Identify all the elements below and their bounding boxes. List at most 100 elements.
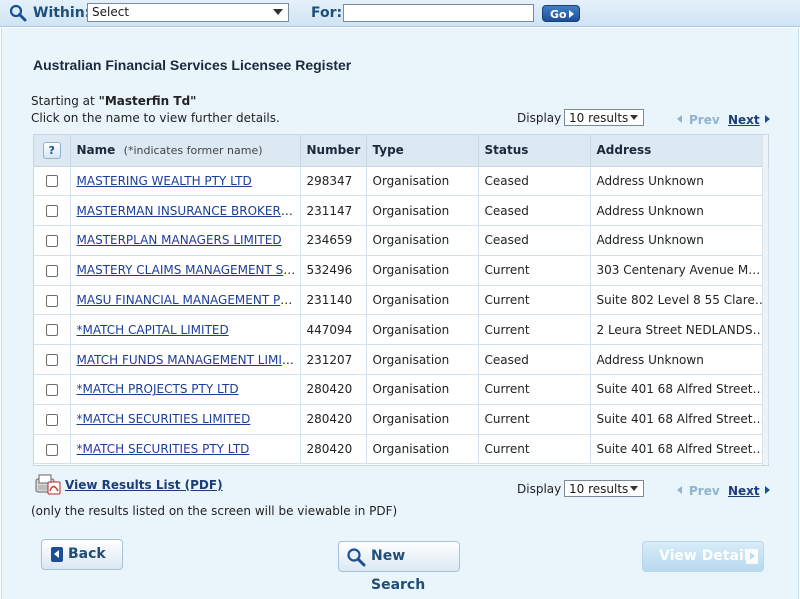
licensee-name-link[interactable]: MASTERMAN INSURANCE BROKERS P... [77, 204, 300, 218]
licence-number: 234659 [300, 225, 367, 256]
page-title: Australian Financial Services Licensee R… [33, 57, 352, 73]
row-checkbox[interactable] [45, 264, 58, 277]
licence-status: Current [478, 255, 591, 286]
licence-number: 231140 [300, 285, 367, 316]
row-checkbox[interactable] [45, 413, 58, 426]
licensee-name-link[interactable]: *MATCH PROJECTS PTY LTD [77, 382, 239, 396]
row-checkbox[interactable] [45, 324, 58, 337]
chevron-down-icon [273, 9, 283, 15]
licensee-name-link[interactable]: MASTERING WEALTH PTY LTD [77, 174, 252, 188]
licensee-address: Suite 401 68 Alfred Street ... [590, 404, 769, 435]
back-button[interactable]: Back [41, 539, 123, 570]
table-header-row: ? Name (*indicates former name) Number T… [34, 135, 769, 167]
licensee-type: Organisation [366, 344, 479, 376]
licensee-type: Organisation [366, 255, 479, 286]
table-row: MASTERPLAN MANAGERS LIMITED 234659 Organ… [34, 225, 769, 256]
licensee-address: 2 Leura Street NEDLANDS ... [590, 314, 769, 346]
results-table: ? Name (*indicates former name) Number T… [33, 134, 769, 466]
chevron-right-icon [765, 115, 770, 123]
prev-link[interactable]: Prev [689, 484, 720, 498]
help-icon[interactable]: ? [42, 141, 61, 159]
arrow-left-icon [51, 547, 63, 562]
chevron-left-icon [677, 115, 682, 123]
display-label: Display [517, 111, 562, 125]
go-button[interactable]: Go [542, 5, 580, 22]
search-icon [9, 4, 27, 22]
licensee-type: Organisation [366, 195, 479, 227]
licensee-address: Address Unknown [590, 225, 769, 256]
display-select[interactable]: 10 results [564, 109, 644, 126]
table-row: MASTERMAN INSURANCE BROKERS P... 231147 … [34, 195, 769, 227]
table-row: MASTERING WEALTH PTY LTD 298347 Organisa… [34, 166, 769, 197]
display-control-bottom: Display 10 results [517, 480, 647, 498]
licence-number: 447094 [300, 314, 367, 346]
row-checkbox[interactable] [45, 383, 58, 396]
licence-status: Ceased [478, 166, 591, 197]
table-row: *MATCH PROJECTS PTY LTD 280420 Organisat… [34, 374, 769, 405]
licence-number: 280420 [300, 374, 367, 405]
for-label: For: [311, 5, 343, 21]
licensee-name-link[interactable]: MASTERY CLAIMS MANAGEMENT SER... [77, 263, 300, 277]
table-scrollbar[interactable] [762, 135, 768, 465]
column-header-type: Type [366, 135, 479, 167]
licensee-type: Organisation [366, 374, 479, 405]
view-results-pdf-link[interactable]: View Results List (PDF) [65, 478, 223, 492]
display-select[interactable]: 10 results [564, 480, 644, 497]
new-search-button[interactable]: New Search [338, 541, 460, 593]
licensee-address: Suite 802 Level 8 55 Claren... [590, 285, 769, 316]
licence-status: Current [478, 374, 591, 405]
search-input[interactable] [343, 4, 534, 22]
licence-status: Ceased [478, 225, 591, 256]
help-header: ? [34, 135, 71, 167]
display-control-top: Display 10 results [517, 109, 647, 127]
licence-number: 280420 [300, 404, 367, 435]
new-search-button-label: New Search [371, 548, 426, 593]
licence-number: 298347 [300, 166, 367, 197]
row-checkbox[interactable] [45, 205, 58, 218]
go-button-label: Go [550, 8, 567, 21]
licensee-name-link[interactable]: *MATCH SECURITIES LIMITED [77, 412, 251, 426]
column-header-number: Number [300, 135, 367, 167]
licensee-address: Address Unknown [590, 344, 769, 376]
next-link[interactable]: Next [728, 484, 760, 498]
licence-number: 532496 [300, 255, 367, 286]
main-panel: Australian Financial Services Licensee R… [1, 28, 799, 599]
arrow-right-icon [746, 549, 758, 564]
within-select[interactable]: Select [87, 3, 289, 22]
licensee-type: Organisation [366, 314, 479, 346]
licensee-address: Address Unknown [590, 166, 769, 197]
table-row: *MATCH SECURITIES LIMITED 280420 Organis… [34, 404, 769, 435]
licensee-name-link[interactable]: MATCH FUNDS MANAGEMENT LIMITED [77, 353, 300, 367]
search-bar: Within: Select For: Go [0, 0, 800, 27]
table-row: MATCH FUNDS MANAGEMENT LIMITED 231207 Or… [34, 344, 769, 376]
view-details-button[interactable]: View Details [642, 541, 764, 572]
column-header-address: Address [590, 135, 769, 167]
former-name-note: (*indicates former name) [123, 144, 263, 158]
licensee-type: Organisation [366, 404, 479, 435]
licensee-name-link[interactable]: *MATCH CAPITAL LIMITED [77, 323, 229, 337]
pdf-icon[interactable] [35, 473, 61, 495]
row-checkbox[interactable] [45, 294, 58, 307]
licensee-type: Organisation [366, 166, 479, 197]
licensee-name-link[interactable]: *MATCH SECURITIES PTY LTD [77, 442, 250, 456]
licence-status: Ceased [478, 344, 591, 376]
column-header-name: Name (*indicates former name) [70, 135, 301, 167]
starting-at-value: "Masterfin Td" [98, 94, 197, 108]
licensee-name-link[interactable]: MASTERPLAN MANAGERS LIMITED [77, 233, 282, 247]
pager-bottom: Prev Next [677, 482, 777, 500]
licensee-address: Suite 401 68 Alfred Street ... [590, 374, 769, 405]
licence-status: Ceased [478, 195, 591, 227]
next-link[interactable]: Next [728, 113, 760, 127]
row-checkbox[interactable] [45, 234, 58, 247]
row-checkbox[interactable] [45, 443, 58, 456]
chevron-down-icon [630, 115, 638, 120]
display-label: Display [517, 482, 562, 496]
licence-status: Current [478, 404, 591, 435]
licensee-type: Organisation [366, 285, 479, 316]
prev-link[interactable]: Prev [689, 113, 720, 127]
pager-top: Prev Next [677, 111, 777, 129]
back-button-label: Back [68, 546, 106, 562]
row-checkbox[interactable] [45, 354, 58, 367]
licensee-name-link[interactable]: MASU FINANCIAL MANAGEMENT PTY ... [77, 293, 300, 307]
row-checkbox[interactable] [45, 175, 58, 188]
